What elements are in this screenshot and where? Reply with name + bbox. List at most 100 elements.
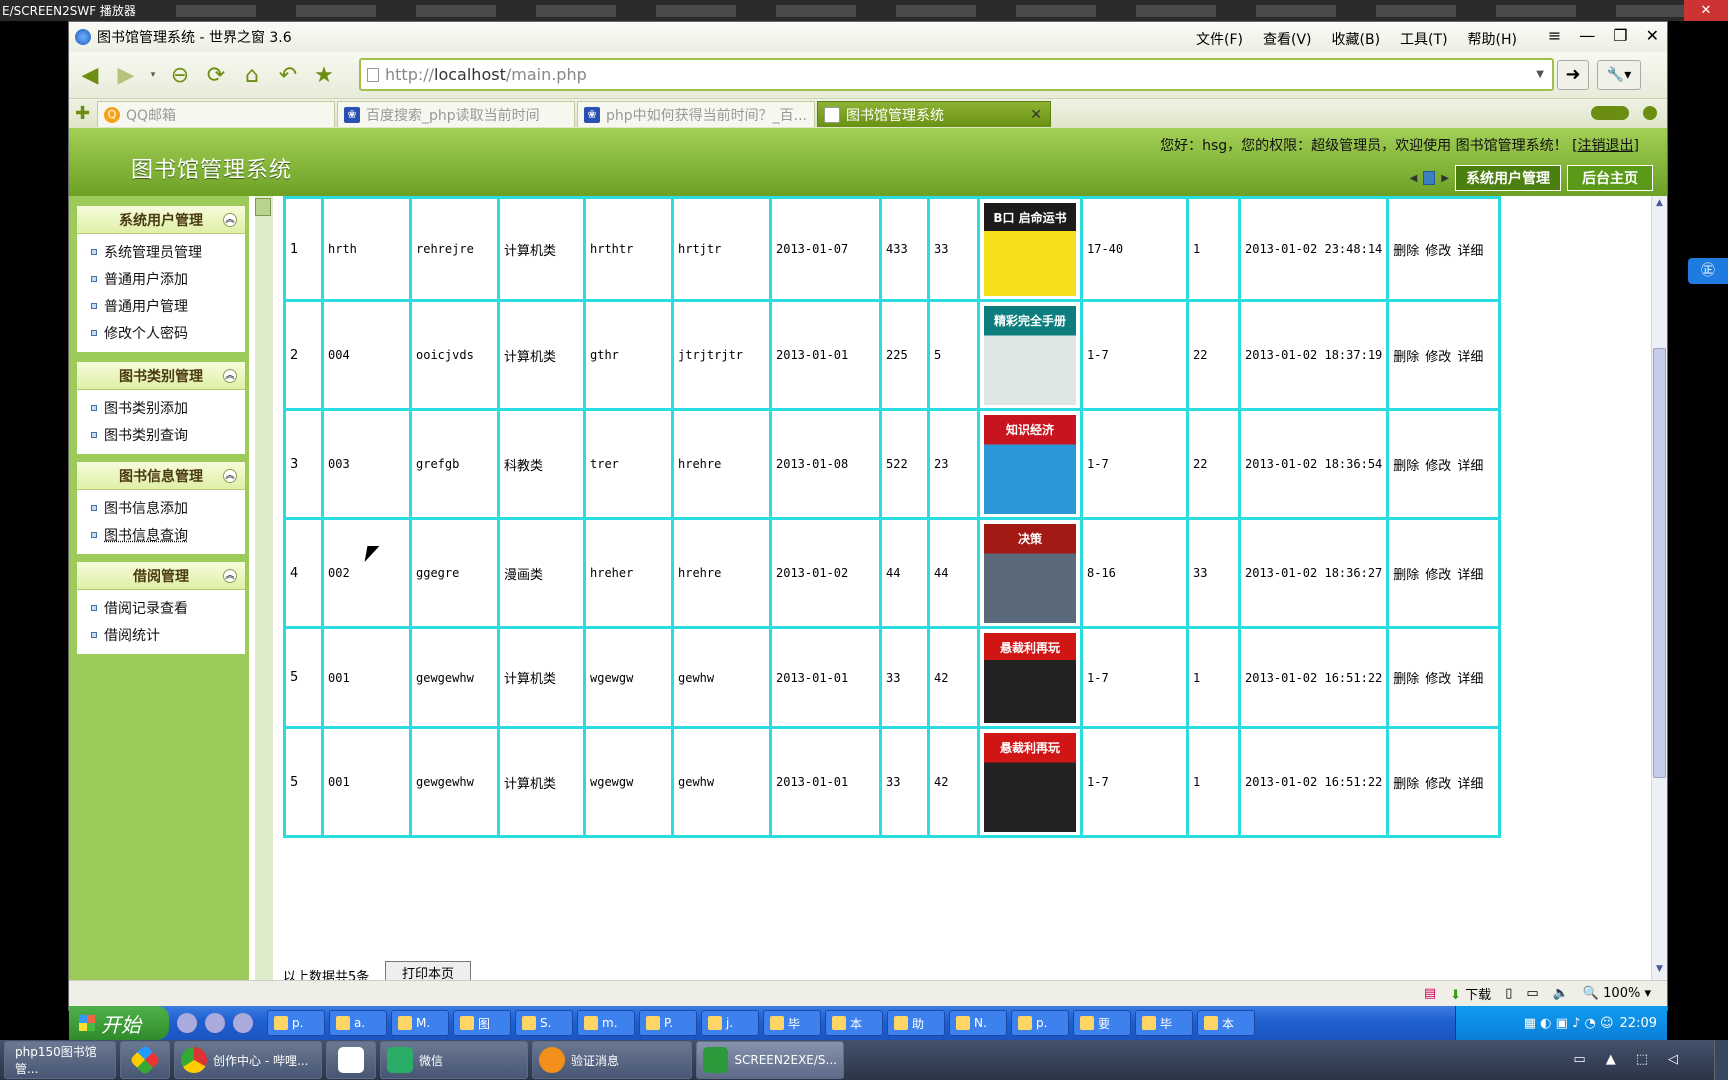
player-close-button[interactable]: ✕ [1684,0,1728,21]
tab-scroll-icon[interactable] [1591,106,1629,120]
sidebar-item-book-query[interactable]: 图书信息查询 [77,521,245,548]
sidebar-item-change-password[interactable]: 修改个人密码 [77,319,245,346]
tab-close-icon[interactable]: ✕ [1030,107,1042,123]
start-button[interactable]: 开始 [69,1006,169,1040]
w7-tray-icons[interactable]: ▭ ▲ ⬚ ◁ [1573,1052,1678,1067]
w7-task-baidu-cloud[interactable] [326,1041,376,1079]
forward-icon[interactable]: ▶ [113,62,139,88]
edit-link[interactable]: 修改 [1425,459,1451,474]
detail-link[interactable]: 详细 [1457,568,1483,583]
sidebar-item-user-add[interactable]: 普通用户添加 [77,265,245,292]
w7-task-verify[interactable]: 验证消息 [532,1041,692,1079]
address-bar[interactable]: http://localhost/main.php ▼ [359,58,1554,91]
collapse-icon[interactable]: ︽ [223,213,237,227]
xp-task-button[interactable]: 要 [1073,1010,1131,1036]
tab-library-system[interactable]: 图书馆管理系统 ✕ [817,101,1051,127]
detail-link[interactable]: 详细 [1457,244,1483,259]
quicklaunch-app-icon[interactable] [233,1013,253,1033]
tab-baidu-search[interactable]: ❀ 百度搜索_php读取当前时间 [337,101,575,127]
sidebar-item-category-add[interactable]: 图书类别添加 [77,394,245,421]
refresh-icon[interactable]: ⟳ [203,62,229,88]
sidebar-item-user-manage[interactable]: 普通用户管理 [77,292,245,319]
forward-dropdown-icon[interactable]: ▾ [149,62,157,88]
header-tab-user-management[interactable]: 系统用户管理 [1455,165,1561,191]
delete-link[interactable]: 删除 [1393,459,1419,474]
sidebar-item-borrow-stats[interactable]: 借阅统计 [77,621,245,648]
favorite-star-icon[interactable]: ★ [311,62,337,88]
header-tab-home[interactable]: 后台主页 [1567,165,1653,191]
scrollbar-thumb[interactable] [1653,348,1666,778]
detail-link[interactable]: 详细 [1457,777,1483,792]
edit-link[interactable]: 修改 [1425,568,1451,583]
xp-task-button[interactable]: 毕 [763,1010,821,1036]
options-icon[interactable]: ≡ [1548,26,1561,45]
skin-icon[interactable]: ▤ [1424,986,1436,1001]
sidebar-group-title[interactable]: 借阅管理 ︽ [77,562,245,590]
restore-button[interactable]: ❐ [1613,26,1627,45]
address-dropdown-icon[interactable]: ▼ [1536,69,1544,80]
sidebar-group-title[interactable]: 系统用户管理 ︽ [77,206,245,234]
new-tab-plus-icon[interactable]: ✚ [75,103,90,124]
xp-task-button[interactable]: p. [267,1010,325,1036]
nav-left-arrow-icon[interactable]: ◀ [1410,173,1418,184]
delete-link[interactable]: 删除 [1393,350,1419,365]
w7-task-app-icon[interactable] [120,1041,170,1079]
tools-wrench-button[interactable]: 🔧▾ [1597,60,1641,90]
detail-link[interactable]: 详细 [1457,459,1483,474]
zoom-control[interactable]: 🔍 100% ▾ [1583,986,1651,1001]
side-widget-icon[interactable]: ㊣ [1688,258,1728,284]
xp-task-button[interactable]: M. [391,1010,449,1036]
stop-icon[interactable]: ⊖ [167,62,193,88]
delete-link[interactable]: 删除 [1393,244,1419,259]
w7-task-php-doc[interactable]: php150图书馆管... [4,1041,116,1079]
sidebar-item-admin-manage[interactable]: 系统管理员管理 [77,238,245,265]
edit-link[interactable]: 修改 [1425,350,1451,365]
collapse-icon[interactable]: ︽ [223,569,237,583]
download-button[interactable]: ⬇ 下载 [1450,984,1491,1003]
xp-task-button[interactable]: P. [639,1010,697,1036]
volume-icon[interactable]: 🔈 [1553,986,1569,1001]
edit-link[interactable]: 修改 [1425,244,1451,259]
undo-close-icon[interactable]: ↶ [275,62,301,88]
back-icon[interactable]: ◀ [77,62,103,88]
detail-link[interactable]: 详细 [1457,672,1483,687]
show-desktop-button[interactable] [1714,1040,1728,1080]
logout-link[interactable]: [注销退出] [1572,138,1639,154]
quicklaunch-ie-icon[interactable] [177,1013,197,1033]
xp-task-button[interactable]: 本 [825,1010,883,1036]
xp-task-button[interactable]: 本 [1197,1010,1255,1036]
sidebar-item-book-add[interactable]: 图书信息添加 [77,494,245,521]
edit-link[interactable]: 修改 [1425,777,1451,792]
sidebar-group-title[interactable]: 图书信息管理 ︽ [77,462,245,490]
menu-view[interactable]: 查看(V) [1263,29,1312,49]
xp-task-button[interactable]: S. [515,1010,573,1036]
w7-task-screen2exe[interactable]: SCREEN2EXE/S... [696,1041,844,1079]
sidebar-item-borrow-records[interactable]: 借阅记录查看 [77,594,245,621]
sidebar-item-category-query[interactable]: 图书类别查询 [77,421,245,448]
tab-menu-icon[interactable] [1643,106,1657,120]
sidebar-group-title[interactable]: 图书类别管理 ︽ [77,362,245,390]
menu-file[interactable]: 文件(F) [1196,29,1243,49]
go-button[interactable]: ➜ [1557,60,1589,90]
w7-task-bilibili[interactable]: 创作中心 - 哔哩... [174,1041,322,1079]
quicklaunch-globe-icon[interactable] [205,1013,225,1033]
tab-php-question[interactable]: ❀ php中如何获得当前时间？_百... [577,101,815,127]
minimize-button[interactable]: — [1579,26,1595,45]
clipboard-icon[interactable]: ▯ [1505,986,1512,1001]
collapse-icon[interactable]: ︽ [223,369,237,383]
delete-link[interactable]: 删除 [1393,777,1419,792]
xp-task-button[interactable]: N. [949,1010,1007,1036]
close-button[interactable]: ✕ [1646,26,1659,45]
sidebar-scrollbar[interactable] [255,196,273,980]
xp-task-button[interactable]: m. [577,1010,635,1036]
menu-tools[interactable]: 工具(T) [1400,29,1447,49]
xp-task-button[interactable]: p. [1011,1010,1069,1036]
scrollbar-thumb[interactable] [255,198,271,216]
xp-task-button[interactable]: a. [329,1010,387,1036]
xp-task-button[interactable]: 图 [453,1010,511,1036]
card-icon[interactable]: ▭ [1526,986,1538,1001]
scroll-up-icon[interactable]: ▲ [1652,198,1667,212]
collapse-icon[interactable]: ︽ [223,469,237,483]
xp-task-button[interactable]: j. [701,1010,759,1036]
menu-help[interactable]: 帮助(H) [1468,29,1517,49]
